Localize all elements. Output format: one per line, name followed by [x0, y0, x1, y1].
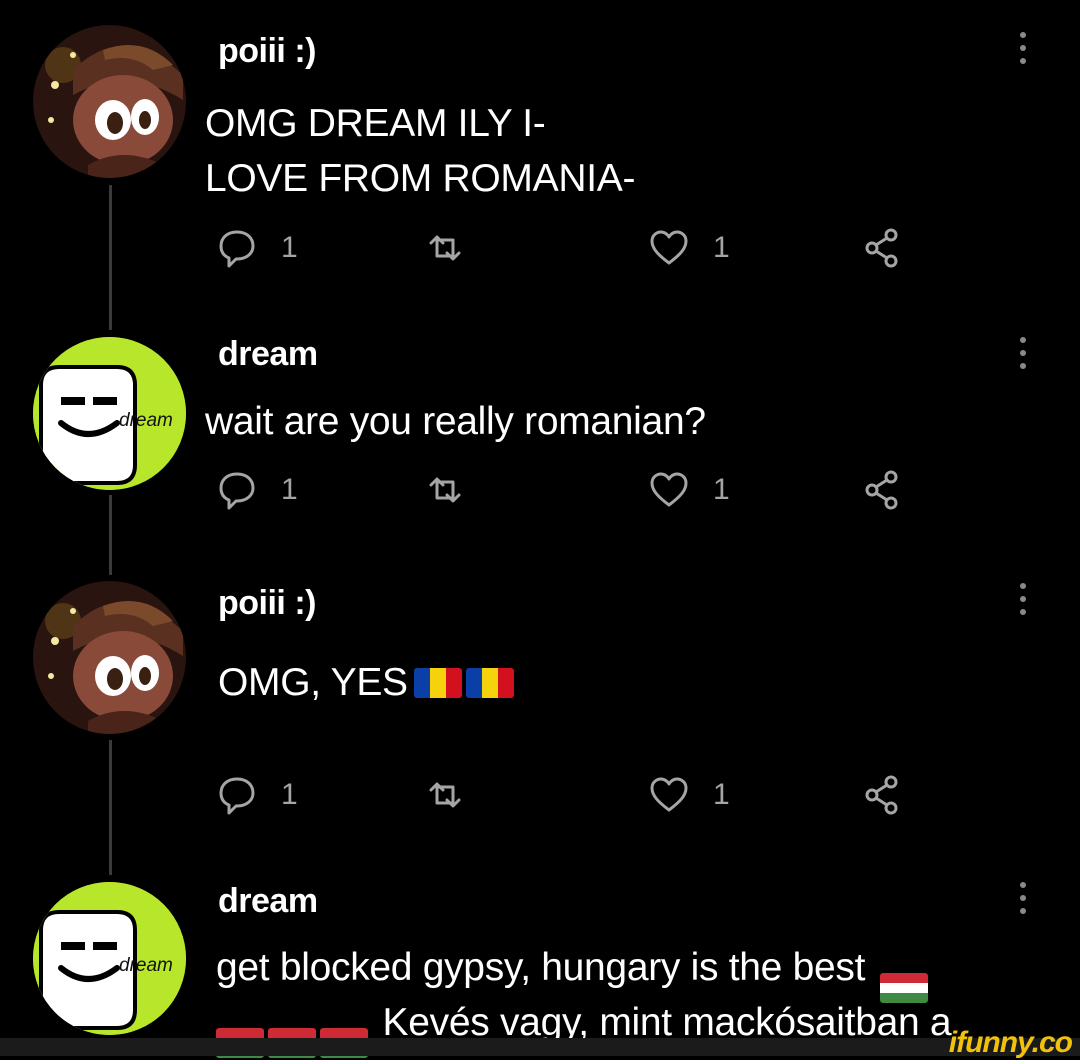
- like-count: 1: [713, 231, 730, 264]
- post-actions: 1 1: [215, 465, 915, 515]
- repost-arrows-icon: [429, 235, 461, 261]
- speech-bubble-icon: [219, 230, 255, 268]
- share-button[interactable]: [861, 770, 905, 820]
- kebab-menu-icon[interactable]: [1016, 337, 1030, 369]
- kebab-menu-icon[interactable]: [1016, 882, 1030, 914]
- avatar[interactable]: [33, 581, 186, 734]
- avatar[interactable]: dream: [33, 337, 186, 490]
- post-text-line: wait are you really romanian?: [205, 400, 706, 443]
- post-author[interactable]: poiii :): [218, 584, 316, 623]
- anime-character-avatar-image: [33, 25, 186, 178]
- like-button[interactable]: 1: [647, 465, 730, 515]
- bottom-bar: [0, 1038, 1080, 1056]
- post-text-line: OMG DREAM ILY I-: [205, 102, 546, 145]
- romania-flag-icon: [465, 668, 514, 698]
- post-actions: 1 1: [215, 223, 915, 273]
- like-count: 1: [713, 473, 730, 506]
- reply-count: 1: [281, 231, 298, 264]
- share-nodes-icon: [865, 470, 898, 510]
- post-text-content: OMG, YES: [218, 661, 408, 704]
- heart-icon: [650, 777, 688, 812]
- reply-button[interactable]: 1: [215, 770, 298, 820]
- kebab-menu-icon[interactable]: [1016, 583, 1030, 615]
- post-author[interactable]: dream: [218, 882, 318, 921]
- avatar-label: dream: [119, 955, 173, 976]
- like-button[interactable]: 1: [647, 770, 730, 820]
- repost-button[interactable]: [423, 465, 467, 515]
- speech-bubble-icon: [219, 777, 255, 815]
- repost-arrows-icon: [429, 477, 461, 503]
- avatar[interactable]: [33, 25, 186, 178]
- post-text-line: get blocked gypsy, hungary is the best: [216, 940, 932, 1003]
- thread-line: [109, 740, 112, 875]
- repost-button[interactable]: [423, 770, 467, 820]
- repost-arrows-icon: [429, 782, 461, 808]
- avatar-label: dream: [119, 410, 173, 431]
- kebab-menu-icon[interactable]: [1016, 32, 1030, 64]
- post-author[interactable]: poiii :): [218, 32, 316, 71]
- share-button[interactable]: [861, 223, 905, 273]
- reply-count: 1: [281, 778, 298, 811]
- like-button[interactable]: 1: [647, 223, 730, 273]
- thread-line: [109, 185, 112, 330]
- repost-button[interactable]: [423, 223, 467, 273]
- thread-line: [109, 495, 112, 575]
- like-count: 1: [713, 778, 730, 811]
- watermark: ifunny.co: [948, 1026, 1073, 1059]
- heart-icon: [650, 472, 688, 507]
- romania-flag-icon: [413, 668, 462, 698]
- reply-button[interactable]: 1: [215, 465, 298, 515]
- share-nodes-icon: [865, 228, 898, 268]
- post-text-content: get blocked gypsy, hungary is the best: [216, 946, 866, 989]
- post-author[interactable]: dream: [218, 335, 318, 374]
- heart-icon: [650, 230, 688, 265]
- post-text: OMG, YES: [218, 655, 514, 710]
- post-actions: 1 1: [215, 770, 915, 820]
- reply-count: 1: [281, 473, 298, 506]
- anime-character-avatar-image: [33, 581, 186, 734]
- post-text-line: LOVE FROM ROMANIA-: [205, 157, 636, 200]
- share-nodes-icon: [865, 775, 898, 815]
- avatar[interactable]: dream: [33, 882, 186, 1035]
- speech-bubble-icon: [219, 472, 255, 510]
- share-button[interactable]: [861, 465, 905, 515]
- reply-button[interactable]: 1: [215, 223, 298, 273]
